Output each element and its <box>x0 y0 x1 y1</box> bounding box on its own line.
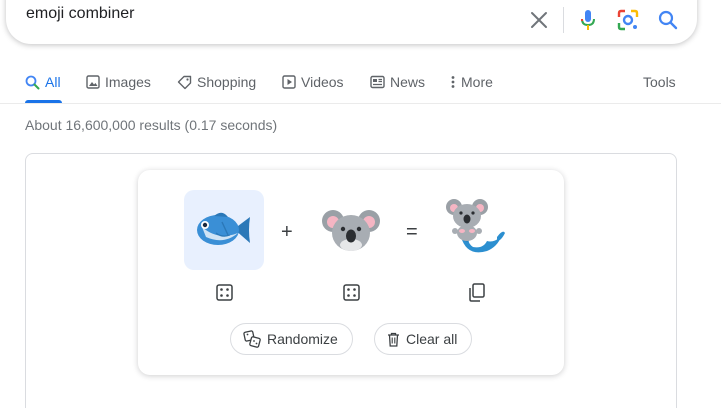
tools-label: Tools <box>643 74 676 90</box>
results-stats: About 16,600,000 results (0.17 seconds) <box>25 117 278 133</box>
result-emoji[interactable] <box>432 190 512 270</box>
randomize-left-button[interactable] <box>214 282 234 302</box>
more-vert-icon <box>451 76 455 88</box>
shuffle-dice-icon <box>243 330 261 348</box>
microphone-icon <box>581 10 595 30</box>
left-emoji-slot[interactable] <box>184 190 264 270</box>
randomize-button[interactable]: Randomize <box>230 323 353 355</box>
image-icon <box>86 75 100 89</box>
clear-all-label: Clear all <box>406 331 458 347</box>
randomize-label: Randomize <box>267 331 338 347</box>
tab-news[interactable]: News <box>370 73 425 91</box>
search-tabs: All Images Shopping Videos News More Too… <box>0 60 721 104</box>
tab-label: Shopping <box>197 74 257 90</box>
tab-more[interactable]: More <box>451 73 493 91</box>
tab-all[interactable]: All <box>25 73 61 91</box>
camera-lens-icon <box>617 9 639 31</box>
search-button[interactable] <box>656 8 680 32</box>
copy-result-button[interactable] <box>466 282 486 302</box>
tab-label: News <box>390 74 426 90</box>
koala-emoji <box>322 210 380 251</box>
search-input[interactable]: emoji combiner <box>26 5 134 23</box>
tab-label: More <box>461 74 493 90</box>
emoji-kitchen-widget: + = Randomize Clear all <box>138 170 564 375</box>
clear-search-button[interactable] <box>527 8 551 32</box>
search-bar: emoji combiner <box>6 0 697 44</box>
trash-icon <box>388 332 399 347</box>
tab-shopping[interactable]: Shopping <box>177 73 256 91</box>
tab-label: Images <box>105 74 151 90</box>
dice-icon <box>342 283 360 301</box>
tab-images[interactable]: Images <box>86 73 151 91</box>
tab-videos[interactable]: Videos <box>282 73 344 91</box>
search-icon <box>25 75 40 89</box>
fish-emoji <box>197 212 250 245</box>
tab-label: Videos <box>301 74 344 90</box>
close-icon <box>531 12 547 28</box>
lens-search-button[interactable] <box>616 8 640 32</box>
search-icon <box>658 10 678 30</box>
news-icon <box>370 75 385 89</box>
active-tab-indicator <box>25 100 62 103</box>
equals-sign: = <box>406 221 418 243</box>
tools-button[interactable]: Tools <box>643 73 676 91</box>
dice-icon <box>215 283 233 301</box>
koala-mermaid-emoji <box>446 199 505 253</box>
plus-sign: + <box>281 221 293 243</box>
copy-icon <box>468 282 485 302</box>
tag-icon <box>177 75 192 89</box>
randomize-right-button[interactable] <box>341 282 361 302</box>
tab-label: All <box>45 74 61 90</box>
play-icon <box>282 75 296 89</box>
voice-search-button[interactable] <box>576 8 600 32</box>
search-divider <box>563 7 564 33</box>
clear-all-button[interactable]: Clear all <box>374 323 473 355</box>
right-emoji-slot[interactable] <box>311 190 391 270</box>
